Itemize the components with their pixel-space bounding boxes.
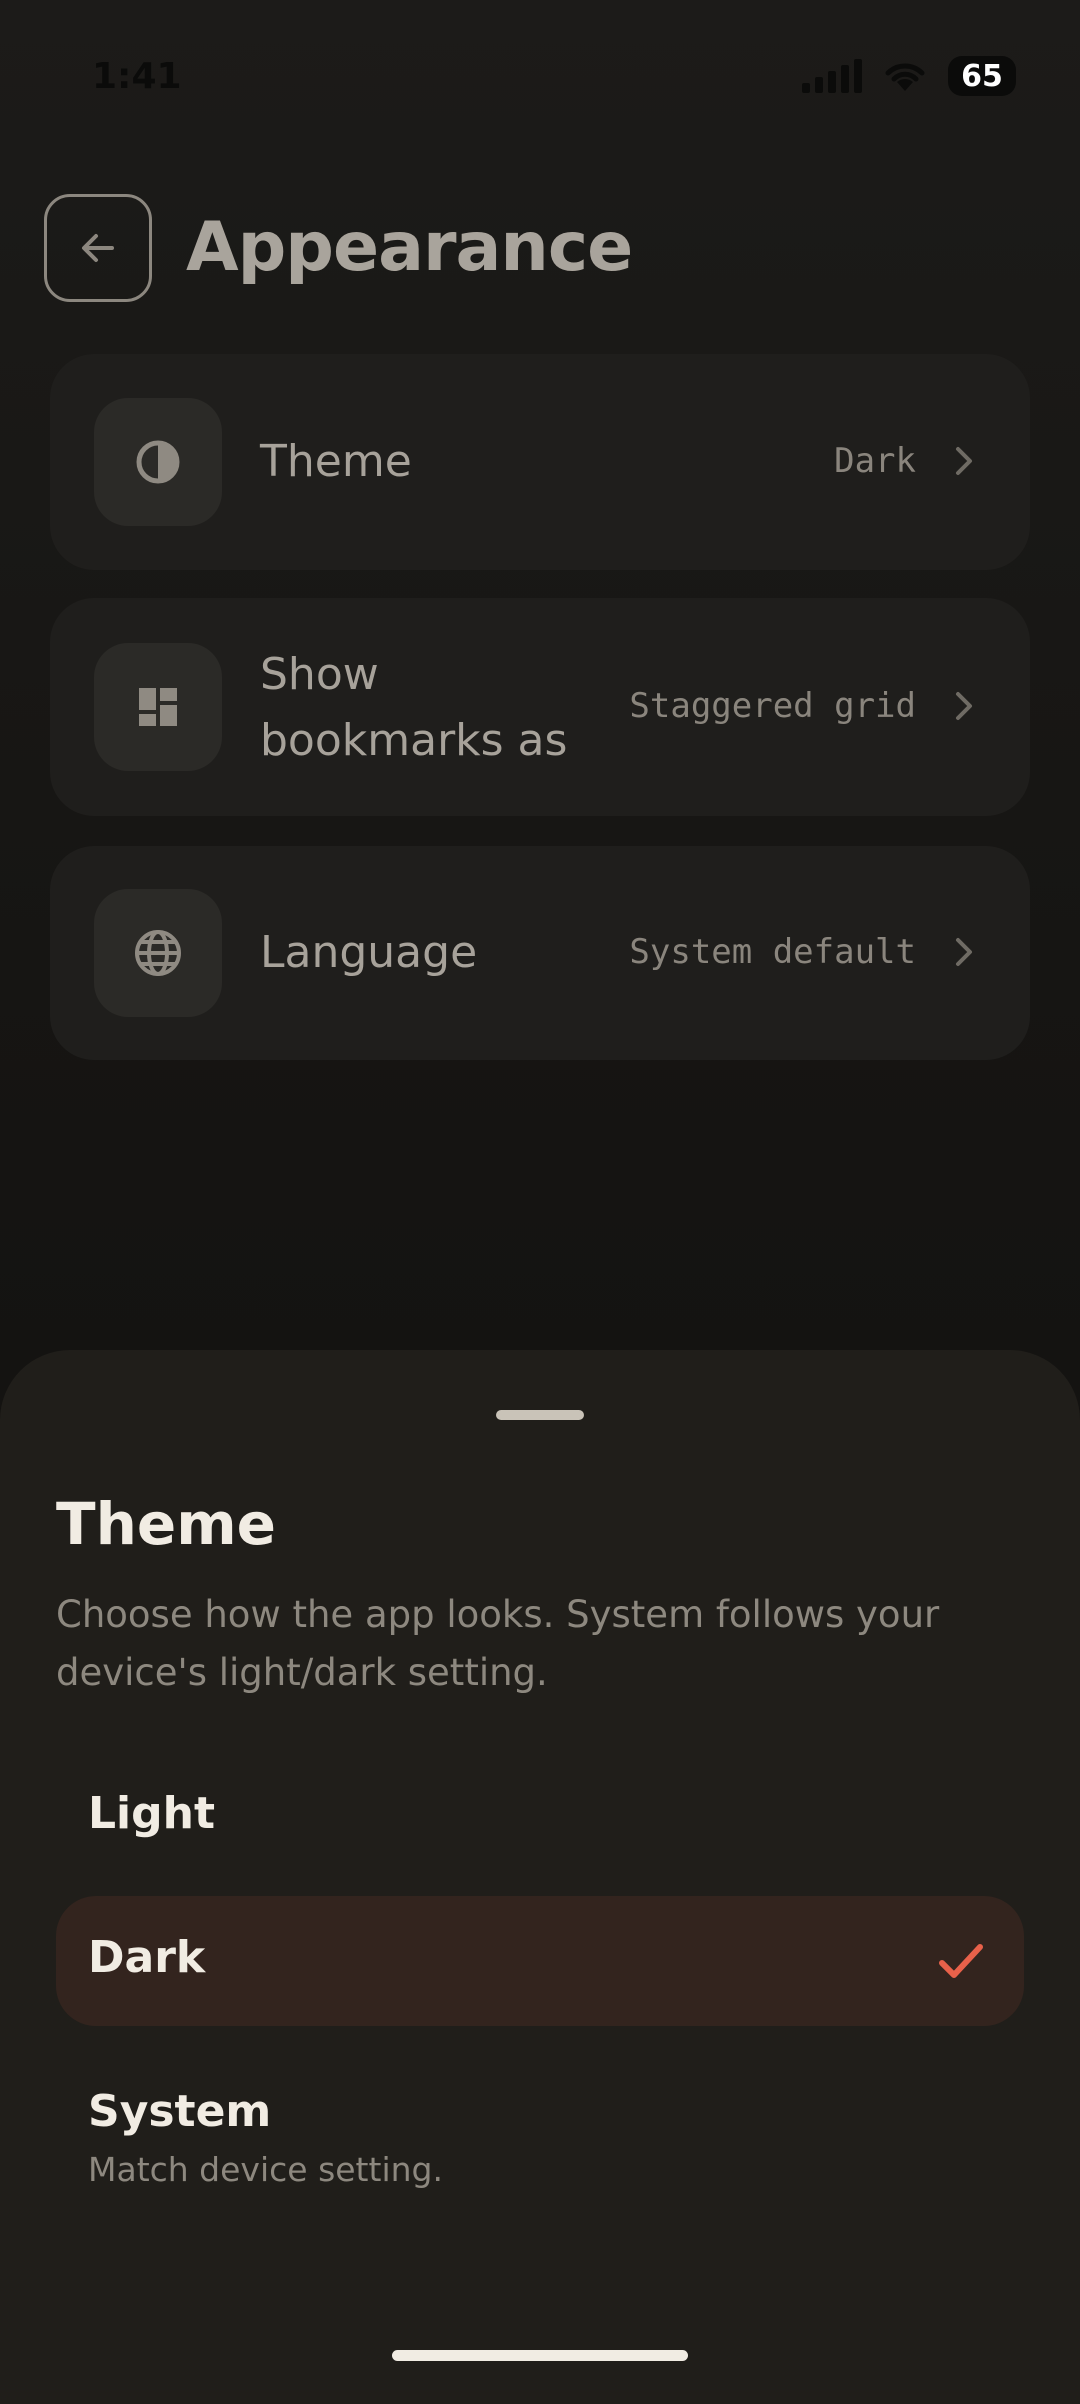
chevron-right-icon xyxy=(956,692,972,720)
battery-indicator: 65 xyxy=(948,56,1016,96)
status-time: 1:41 xyxy=(92,56,182,97)
theme-icon-box xyxy=(94,398,222,526)
page-title: Appearance xyxy=(186,208,633,287)
status-icons: 65 xyxy=(802,56,1016,96)
signal-icon xyxy=(802,59,862,93)
language-setting-card[interactable]: Language System default xyxy=(50,846,1030,1060)
bookmarks-setting-value: Staggered grid xyxy=(629,686,916,726)
contrast-icon xyxy=(136,440,180,484)
chevron-right-icon xyxy=(956,447,972,475)
wifi-icon xyxy=(882,59,928,93)
bookmarks-setting-label: Show bookmarks as xyxy=(260,649,568,766)
theme-setting-card[interactable]: Theme Dark xyxy=(50,354,1030,570)
language-setting-value: System default xyxy=(629,932,916,972)
grid-icon xyxy=(139,688,177,726)
chevron-right-icon xyxy=(956,938,972,966)
theme-bottom-sheet: Theme Choose how the app looks. System f… xyxy=(0,1350,1080,2404)
status-bar: 1:41 65 xyxy=(0,0,1080,160)
language-icon-box xyxy=(94,889,222,1017)
theme-option-light[interactable]: Light xyxy=(56,1752,1024,1882)
option-label: System xyxy=(88,2086,272,2137)
option-label: Light xyxy=(88,1788,215,1839)
option-label: Dark xyxy=(88,1932,206,1983)
theme-setting-label: Theme xyxy=(260,436,412,487)
theme-setting-value: Dark xyxy=(834,441,916,481)
globe-icon xyxy=(135,930,181,976)
sheet-description: Choose how the app looks. System follows… xyxy=(56,1593,940,1694)
check-icon xyxy=(939,1944,983,1978)
theme-option-system[interactable]: System Match device setting. xyxy=(56,2050,1024,2200)
language-setting-label: Language xyxy=(260,927,478,978)
arrow-left-icon xyxy=(82,234,114,262)
sheet-title: Theme xyxy=(56,1490,276,1558)
bookmarks-layout-setting-card[interactable]: Show bookmarks as Staggered grid xyxy=(50,598,1030,816)
theme-option-dark[interactable]: Dark xyxy=(56,1896,1024,2026)
drag-handle[interactable] xyxy=(496,1410,584,1420)
back-button[interactable] xyxy=(44,194,152,302)
home-indicator[interactable] xyxy=(392,2350,688,2361)
option-subtitle: Match device setting. xyxy=(88,2150,443,2189)
bookmarks-icon-box xyxy=(94,643,222,771)
